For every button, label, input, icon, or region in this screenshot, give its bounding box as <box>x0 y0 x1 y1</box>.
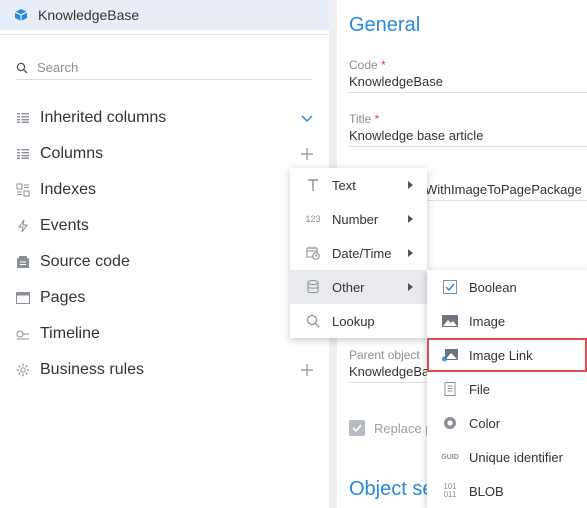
title-label: Title <box>349 112 372 126</box>
code-field[interactable]: Code * KnowledgeBase <box>349 58 587 93</box>
gear-icon <box>16 363 30 377</box>
nav-item-business-rules[interactable]: Business rules <box>16 356 316 384</box>
index-icon <box>16 183 30 197</box>
submenu-arrow-icon <box>408 283 413 291</box>
menu-item-label: Unique identifier <box>469 449 563 465</box>
menu-item-label: Lookup <box>332 313 375 329</box>
required-marker: * <box>381 58 386 72</box>
plus-icon[interactable] <box>300 363 314 377</box>
title-value: Knowledge base article <box>349 128 587 147</box>
object-header[interactable]: KnowledgeBase <box>0 0 329 30</box>
menu-item-boolean[interactable]: Boolean <box>427 270 587 304</box>
submenu-arrow-icon <box>408 249 413 257</box>
menu-item-label: Text <box>332 177 356 193</box>
section-title-object-settings: Object se <box>349 478 434 500</box>
timeline-icon <box>16 327 30 341</box>
column-type-menu: Text 123 Number Date/Time Other Lookup <box>290 168 427 338</box>
color-icon <box>442 415 458 431</box>
nav-item-inherited-columns[interactable]: Inherited columns <box>16 104 316 132</box>
search-input[interactable]: Search <box>16 56 312 80</box>
number-icon: 123 <box>305 214 321 224</box>
submenu-arrow-icon <box>408 181 413 189</box>
menu-item-label: Other <box>332 279 365 295</box>
replace-checkbox-row[interactable]: Replace p <box>349 420 433 436</box>
replace-checkbox[interactable] <box>349 420 365 436</box>
header-divider <box>0 34 329 35</box>
nav-item-label: Columns <box>40 145 104 162</box>
nav-item-label: Pages <box>40 289 86 306</box>
menu-item-datetime[interactable]: Date/Time <box>290 236 427 270</box>
plus-icon[interactable] <box>300 147 314 161</box>
image-icon <box>442 313 458 329</box>
section-title-general: General <box>349 14 421 36</box>
package-field[interactable]: WithImageToPagePackage <box>425 180 587 201</box>
menu-item-label: Image Link <box>469 347 533 363</box>
code-label: Code <box>349 58 378 72</box>
menu-item-image-link[interactable]: Image Link <box>427 338 587 372</box>
file-icon <box>442 381 458 397</box>
menu-item-image[interactable]: Image <box>427 304 587 338</box>
menu-item-label: Boolean <box>469 279 517 295</box>
submenu-arrow-icon <box>408 215 413 223</box>
nav-item-label: Events <box>40 217 89 234</box>
menu-item-label: BLOB <box>469 483 504 499</box>
search-placeholder: Search <box>37 60 79 75</box>
lightning-icon <box>16 219 30 233</box>
columns-icon <box>16 111 30 125</box>
text-icon <box>305 177 321 193</box>
menu-item-blob[interactable]: 101 011 BLOB <box>427 474 587 508</box>
columns-icon <box>16 147 30 161</box>
menu-item-label: Date/Time <box>332 245 392 261</box>
menu-item-text[interactable]: Text <box>290 168 427 202</box>
menu-item-label: Number <box>332 211 379 227</box>
other-type-submenu: Boolean Image Image Link File Color GUID… <box>427 270 587 508</box>
nav-item-columns[interactable]: Columns <box>16 140 316 168</box>
blob-icon: 101 011 <box>443 482 457 499</box>
menu-item-label: Image <box>469 313 506 329</box>
replace-label: Replace p <box>374 420 433 436</box>
menu-item-label: File <box>469 381 490 397</box>
checkbox-icon <box>442 279 458 295</box>
menu-item-other[interactable]: Other <box>290 270 427 304</box>
database-icon <box>305 279 321 295</box>
package-value: WithImageToPagePackage <box>425 182 587 201</box>
nav-item-pages[interactable]: Pages <box>16 284 316 312</box>
datetime-icon <box>305 245 321 261</box>
menu-item-label: Color <box>469 415 501 431</box>
image-link-icon <box>442 347 458 363</box>
menu-item-unique-identifier[interactable]: GUID Unique identifier <box>427 440 587 474</box>
guid-icon: GUID <box>441 453 459 461</box>
nav-item-label: Business rules <box>40 361 145 378</box>
nav-item-label: Timeline <box>40 325 100 342</box>
page-icon <box>16 291 30 305</box>
nav-item-indexes[interactable]: Indexes <box>16 176 316 204</box>
menu-item-file[interactable]: File <box>427 372 587 406</box>
menu-item-color[interactable]: Color <box>427 406 587 440</box>
cube-icon <box>14 9 28 21</box>
search-icon <box>305 313 321 329</box>
chevron-down-icon[interactable] <box>300 111 314 125</box>
nav-item-label: Indexes <box>40 181 97 198</box>
menu-item-number[interactable]: 123 Number <box>290 202 427 236</box>
menu-item-lookup[interactable]: Lookup <box>290 304 427 338</box>
code-value: KnowledgeBase <box>349 74 587 93</box>
source-code-icon <box>16 255 30 269</box>
search-icon <box>16 62 28 73</box>
nav-item-label: Inherited columns <box>40 109 167 126</box>
title-field[interactable]: Title * Knowledge base article <box>349 112 587 147</box>
nav-item-timeline[interactable]: Timeline <box>16 320 316 348</box>
nav-item-events[interactable]: Events <box>16 212 316 240</box>
object-name: KnowledgeBase <box>38 7 140 23</box>
required-marker: * <box>374 112 380 126</box>
nav-item-label: Source code <box>40 253 130 270</box>
nav-item-source-code[interactable]: Source code <box>16 248 316 276</box>
structure-panel: KnowledgeBase Search Inherited columns C… <box>0 0 329 508</box>
